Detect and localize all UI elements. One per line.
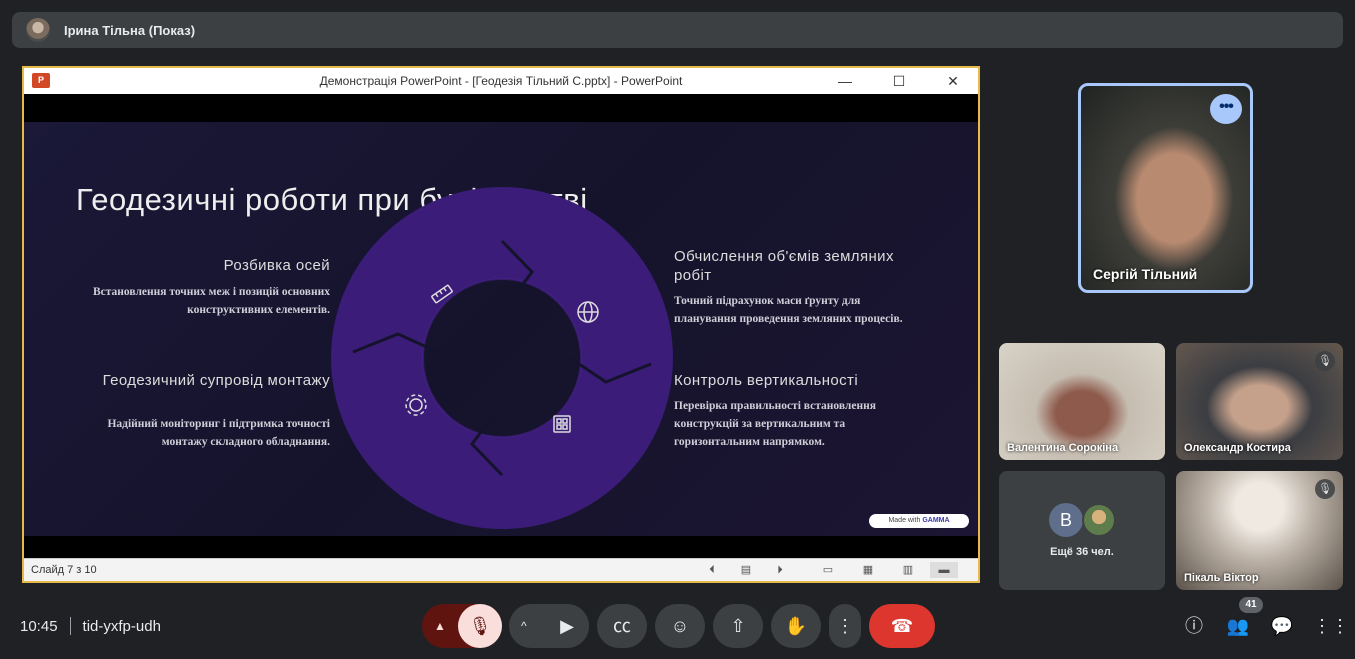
present-button[interactable]: ⇧ [713,604,763,648]
section-body: Перевірка правильності встановлення конс… [674,400,876,448]
people-icon[interactable]: 👥 [1226,614,1250,638]
section-heading: Розбивка осей [223,257,330,274]
participant-tile-featured[interactable]: ••• Сергій Тільний [1078,83,1253,293]
mic-off-icon[interactable]: 🎙 [458,604,502,648]
participant-name: Олександр Костира [1184,442,1291,454]
section-heading: Обчислення об'ємів земляних робіт [674,248,894,284]
meeting-code[interactable]: tid-yxfp-udh [83,618,161,635]
avatar [1082,503,1116,537]
meeting-info: 10:45 tid-yxfp-udh [20,617,161,635]
presenter-name: Ірина Тільна (Показ) [64,22,196,38]
chat-icon[interactable]: 💬 [1270,614,1294,638]
next-slide-icon[interactable]: ⏵ [770,562,790,578]
presenter-bar[interactable]: Ірина Тільна (Показ) [12,12,1343,48]
hand-icon: ✋ [784,616,808,636]
section-heading: Контроль вертикальності [674,372,859,389]
normal-view-icon[interactable]: ▭ [818,562,838,578]
others-count: Ещё 36 чел. [1050,546,1114,558]
powerpoint-statusbar: Слайд 7 з 10 ⏴ ▤ ⏵ ▭ ▦ ▥ ▬ [24,558,978,581]
maximize-icon[interactable]: ☐ [886,71,912,91]
slideshow-icon[interactable]: ▬ [930,562,958,578]
participant-tile[interactable]: 🎙 Пікаль Віктор [1176,471,1343,590]
presenter-avatar [26,18,50,42]
avatar: В [1049,503,1083,537]
more-options-button[interactable]: ⋮ [829,604,861,648]
reading-view-icon[interactable]: ▥ [898,562,918,578]
raise-hand-button[interactable]: ✋ [771,604,821,648]
chevron-up-icon[interactable]: ▲ [434,604,446,648]
more-options-icon[interactable]: ••• [1210,94,1242,124]
participant-count-badge: 41 [1239,597,1263,613]
participant-tile[interactable]: 🎙 Олександр Костира [1176,343,1343,460]
minimize-icon[interactable]: — [832,71,858,91]
clock: 10:45 [20,617,58,635]
shared-screen: P Демонстрація PowerPoint - [Геодезія Ті… [22,66,980,583]
camera-control[interactable]: ^ ▶ [509,604,589,648]
cycle-diagram [331,187,673,529]
captions-button[interactable]: ㏄ [597,604,647,648]
mic-off-icon: 🎙 [1315,351,1335,371]
mic-control[interactable]: ▲ 🎙 [422,604,502,648]
slide-counter: Слайд 7 з 10 [31,564,97,576]
participant-tile[interactable]: Валентина Сорокіна [999,343,1165,460]
participant-name: Сергій Тільний [1093,266,1198,282]
participant-name: Пікаль Віктор [1184,572,1259,584]
close-icon[interactable]: ✕ [940,71,966,91]
cycle-ring [331,187,673,529]
chevron-up-icon[interactable]: ^ [521,604,527,648]
present-icon: ⇧ [730,616,746,636]
previous-slide-icon[interactable]: ⏴ [702,562,722,578]
more-vert-icon: ⋮ [836,616,854,636]
apps-icon[interactable]: ⋮⋮ [1313,614,1349,638]
slide: Геодезичні роботи при будівництві Розбив… [24,122,978,536]
section-body: Надійний моніторинг і підтримка точності… [107,418,330,448]
emoji-icon: ☺ [670,616,690,636]
section-heading: Геодезичний супровід монтажу [102,372,330,389]
others-tile[interactable]: В Ещё 36 чел. [999,471,1165,590]
captions-icon: ㏄ [613,616,631,636]
phone-hangup-icon: ☎ [890,616,914,636]
gamma-badge[interactable]: Made with GAMMA [869,514,969,528]
mic-off-icon: 🎙 [1315,479,1335,499]
camera-icon[interactable]: ▶ [545,604,589,648]
section-body: Встановлення точних меж і позицій основн… [92,286,330,316]
section-body: Точний підрахунок маси ґрунту для планув… [674,295,903,325]
slide-sorter-icon[interactable]: ▦ [858,562,878,578]
powerpoint-titlebar: P Демонстрація PowerPoint - [Геодезія Ті… [24,68,978,94]
end-call-button[interactable]: ☎ [869,604,935,648]
emoji-button[interactable]: ☺ [655,604,705,648]
divider [69,617,71,635]
participant-name: Валентина Сорокіна [1007,442,1119,454]
info-icon[interactable]: ⓘ [1182,614,1206,638]
notes-icon[interactable]: ▤ [736,562,756,578]
